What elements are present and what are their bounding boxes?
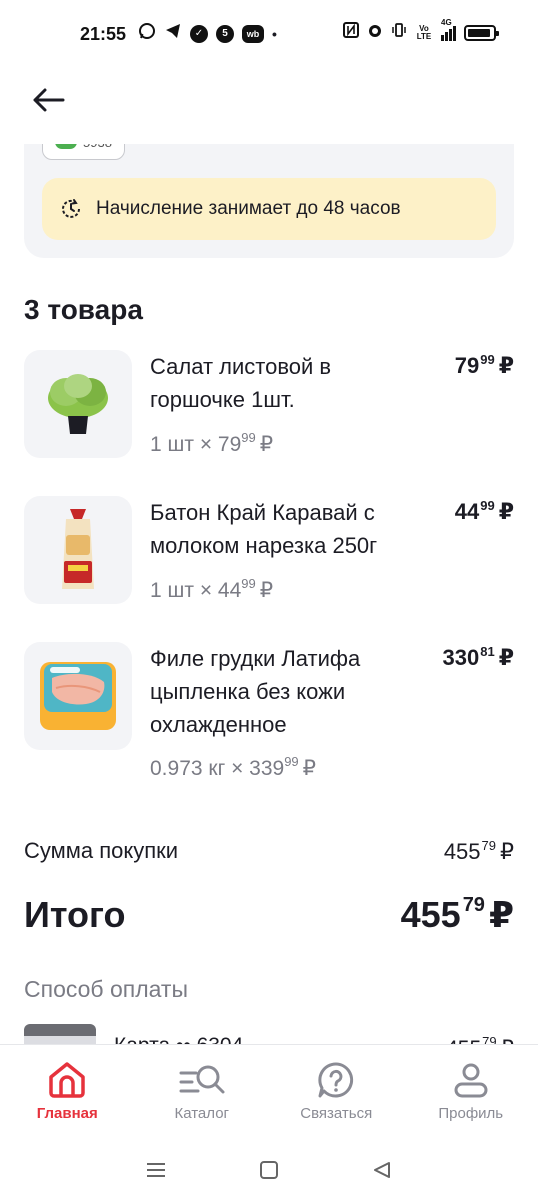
list-item[interactable]: Филе грудки Латифа цыпленка без кожи охл… [24, 642, 514, 782]
arrow-left-icon [33, 88, 65, 112]
product-thumbnail [24, 350, 132, 458]
volte-indicator: Vo LTE [416, 23, 432, 41]
payment-method-row: Карта •• 6304 45579₽ [24, 1024, 514, 1044]
profile-icon [454, 1063, 488, 1098]
total-value: 455 79 ₽ [400, 894, 514, 935]
bonus-logo-icon [55, 144, 77, 149]
bread-package-icon [62, 509, 94, 589]
purchase-sum-label: Сумма покупки [24, 838, 179, 863]
product-price: 7999 ₽ [454, 352, 514, 378]
back-system-button[interactable] [367, 1155, 397, 1185]
purchase-sum-value: 45579 ₽ [443, 838, 514, 864]
bonus-points-value: 5938 [83, 144, 112, 150]
recent-apps-button[interactable] [141, 1155, 171, 1185]
items-count-title: 3 товара [24, 294, 143, 325]
catalog-search-icon [179, 1065, 225, 1094]
nav-label-catalog: Каталог [174, 1105, 230, 1122]
bottom-navigation: Главная Каталог Связаться Профиль [0, 1044, 538, 1140]
product-price: 33081 ₽ [442, 644, 515, 670]
total-label: Итого [24, 894, 126, 935]
wb-icon: wb [242, 24, 264, 43]
product-price: 4499 ₽ [454, 498, 514, 524]
vibrate-icon [391, 22, 407, 43]
bonus-points-chip: 5938 [42, 144, 125, 160]
triangle-back-icon [373, 1162, 390, 1178]
nav-item-home[interactable]: Главная [0, 1045, 135, 1140]
app-notification-icon: ✓ [190, 24, 208, 43]
clock-refresh-icon [62, 199, 80, 218]
payment-method-label: Способ оплаты [24, 976, 188, 1002]
battery-icon [464, 24, 499, 41]
home-icon [49, 1062, 85, 1098]
nav-item-contact[interactable]: Связаться [269, 1045, 404, 1140]
accrual-notice-banner: Начисление занимает до 48 часов [42, 178, 496, 240]
order-details-scroll[interactable]: 5938 Начисление занимает до 48 часов 3 т… [0, 144, 538, 1044]
square-icon [259, 1161, 278, 1179]
back-button[interactable] [28, 82, 68, 118]
product-quantity: 1 шт × 7999 ₽ [150, 430, 274, 456]
nav-item-catalog[interactable]: Каталог [135, 1045, 270, 1140]
system-navigation-bar [0, 1140, 538, 1200]
list-item[interactable]: Батон Край Каравай с молоком нарезка 250… [24, 496, 514, 606]
product-name: Салат листовой в горшочке 1шт. [150, 354, 332, 412]
menu-lines-icon [147, 1163, 166, 1177]
help-chat-icon [318, 1062, 354, 1098]
product-name: Филе грудки Латифа цыпленка без кожи охл… [150, 646, 361, 737]
badge-5-icon: 5 [216, 24, 234, 43]
lettuce-icon [48, 374, 108, 434]
nav-item-profile[interactable]: Профиль [404, 1045, 538, 1140]
system-status-icons: Vo LTE 4G [343, 18, 499, 43]
nfc-icon [343, 22, 359, 43]
payment-amount: 45579₽ [446, 1034, 514, 1044]
list-item[interactable]: Салат листовой в горшочке 1шт. 1 шт × 79… [24, 350, 514, 460]
product-quantity: 0.973 кг × 33999 ₽ [150, 754, 317, 780]
notification-icons: ✓ 5 wb • [138, 22, 277, 45]
chicken-fillet-tray-icon [40, 662, 116, 730]
bonus-card: 5938 Начисление занимает до 48 часов [24, 144, 514, 258]
status-bar: 21:55 ✓ 5 wb • Vo LTE 4G [0, 0, 538, 68]
product-thumbnail [24, 496, 132, 604]
home-system-button[interactable] [254, 1155, 284, 1185]
bank-card-icon [24, 1024, 96, 1044]
payment-card-name: Карта •• 6304 [114, 1034, 243, 1044]
status-time: 21:55 [80, 24, 127, 44]
whatsapp-icon [138, 22, 156, 45]
signal-icon: 4G [441, 18, 456, 41]
alarm-icon [367, 22, 383, 43]
nav-label-home: Главная [36, 1105, 98, 1122]
product-quantity: 1 шт × 4499 ₽ [150, 576, 274, 602]
product-thumbnail [24, 642, 132, 750]
telegram-icon [164, 22, 182, 45]
more-notifications-dot-icon: • [272, 25, 277, 42]
product-name: Батон Край Каравай с молоком нарезка 250… [150, 500, 378, 558]
accrual-notice-text: Начисление занимает до 48 часов [96, 198, 401, 219]
nav-label-profile: Профиль [438, 1105, 504, 1122]
nav-label-contact: Связаться [300, 1105, 373, 1122]
